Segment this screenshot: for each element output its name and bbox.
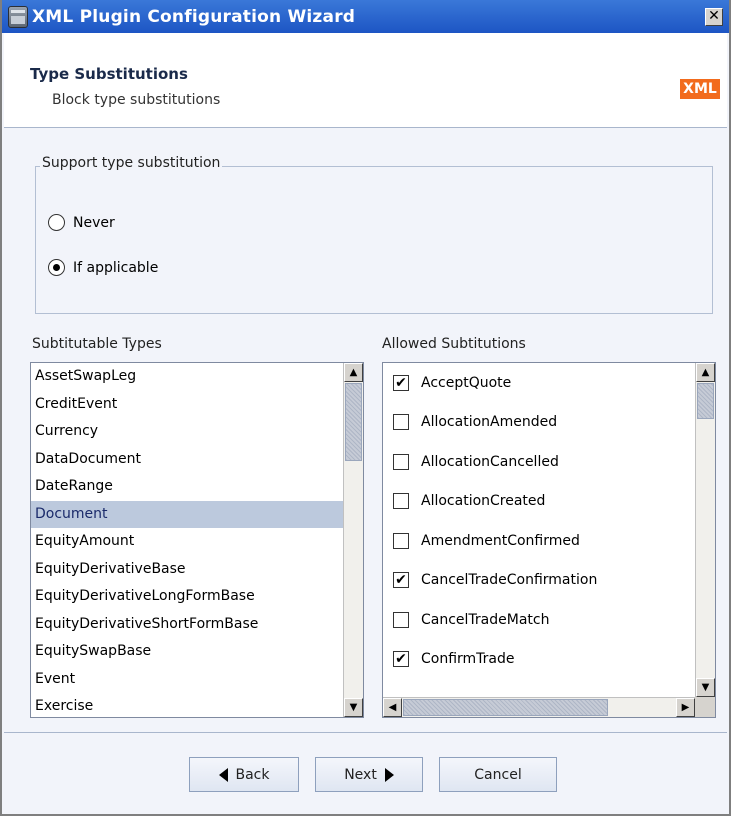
- list-item[interactable]: CreditEvent: [31, 391, 343, 419]
- checklist-item[interactable]: ✔ ConfirmTrade: [383, 640, 695, 680]
- list-item[interactable]: EquityAmount: [31, 528, 343, 556]
- allowed-substitutions-list[interactable]: ✔ AcceptQuote AllocationAmended AllocationC…: [382, 362, 716, 718]
- radio-if-applicable[interactable]: If applicable: [48, 259, 158, 276]
- list-item[interactable]: Currency: [31, 418, 343, 446]
- vertical-scrollbar[interactable]: ▲ ▼: [695, 363, 715, 697]
- database-icon: [8, 5, 28, 28]
- radio-never[interactable]: Never: [48, 214, 115, 231]
- checkbox[interactable]: ✔: [393, 374, 409, 391]
- allowed-substitutions-label: Allowed Subtitutions: [382, 336, 526, 352]
- list-item[interactable]: EquitySwapBase: [31, 638, 343, 666]
- back-button[interactable]: Back: [189, 757, 299, 792]
- substitutable-types-label: Subtitutable Types: [32, 336, 162, 352]
- scroll-up-button[interactable]: ▲: [344, 363, 363, 382]
- checklist-item-label: AllocationCreated: [421, 493, 546, 510]
- scroll-down-button[interactable]: ▼: [696, 678, 715, 697]
- scrollbar-corner: [695, 697, 715, 717]
- list-items: ✔ AcceptQuote AllocationAmended AllocationC…: [383, 363, 695, 697]
- list-item[interactable]: DateRange: [31, 473, 343, 501]
- cancel-button[interactable]: Cancel: [439, 757, 557, 792]
- list-item[interactable]: AssetSwapLeg: [31, 363, 343, 391]
- radio-label: Never: [73, 214, 115, 231]
- next-button[interactable]: Next: [315, 757, 423, 792]
- radio-label: If applicable: [73, 259, 159, 276]
- radio-button[interactable]: [48, 214, 65, 231]
- horizontal-scrollbar[interactable]: ◀ ▶: [383, 697, 695, 717]
- page-title: Type Substitutions: [30, 65, 188, 83]
- checklist-item[interactable]: AmendmentConfirmed: [383, 521, 695, 561]
- page-subtitle: Block type substitutions: [52, 92, 221, 108]
- wizard-header: Type Substitutions Block type substituti…: [4, 33, 727, 128]
- close-icon: ✕: [708, 7, 720, 24]
- list-item[interactable]: Exercise: [31, 693, 343, 717]
- list-item[interactable]: EquityDerivativeBase: [31, 556, 343, 584]
- checklist-item-label: AmendmentConfirmed: [421, 532, 580, 549]
- radio-button[interactable]: [48, 259, 65, 276]
- list-item[interactable]: Document: [31, 500, 343, 528]
- scroll-thumb[interactable]: [403, 699, 608, 716]
- checkbox[interactable]: ✔: [393, 651, 409, 668]
- close-button[interactable]: ✕: [705, 7, 723, 26]
- checkbox[interactable]: [393, 453, 409, 470]
- checkbox[interactable]: ✔: [393, 572, 409, 589]
- scroll-thumb[interactable]: [697, 383, 714, 419]
- list-items: AssetSwapLeg CreditEvent Currency DataDocum…: [31, 363, 343, 717]
- scroll-down-button[interactable]: ▼: [344, 698, 363, 717]
- list-item[interactable]: Event: [31, 666, 343, 694]
- scroll-thumb[interactable]: [345, 383, 362, 461]
- title-bar[interactable]: XML Plugin Configuration Wizard ✕: [2, 0, 729, 33]
- list-item[interactable]: DataDocument: [31, 446, 343, 474]
- checklist-item[interactable]: AllocationCreated: [383, 482, 695, 522]
- checklist-item[interactable]: ✔ AcceptQuote: [383, 363, 695, 403]
- checkbox[interactable]: [393, 414, 409, 431]
- window-title: XML Plugin Configuration Wizard: [32, 6, 356, 27]
- scroll-up-button[interactable]: ▲: [696, 363, 715, 382]
- cancel-button-label: Cancel: [474, 766, 522, 783]
- checklist-item-label: CancelTradeConfirmation: [421, 572, 598, 589]
- substitutable-types-list[interactable]: AssetSwapLeg CreditEvent Currency DataDocum…: [30, 362, 364, 718]
- checklist-item-label: AllocationCancelled: [421, 453, 559, 470]
- checkbox[interactable]: [393, 493, 409, 510]
- checklist-item[interactable]: AllocationAmended: [383, 403, 695, 443]
- xml-badge: XML: [680, 79, 720, 99]
- checklist-item-label: ConfirmTrade: [421, 651, 515, 668]
- checklist-item-label: AllocationAmended: [421, 414, 558, 431]
- wizard-window: XML Plugin Configuration Wizard ✕ Type S…: [0, 0, 731, 816]
- back-button-label: Back: [235, 766, 270, 783]
- checklist-item-label: AcceptQuote: [421, 374, 512, 391]
- scroll-right-button[interactable]: ▶: [676, 698, 695, 717]
- next-button-label: Next: [344, 766, 377, 783]
- list-item[interactable]: EquityDerivativeShortFormBase: [31, 611, 343, 639]
- checkbox[interactable]: [393, 611, 409, 628]
- checkbox[interactable]: [393, 532, 409, 549]
- list-item[interactable]: EquityDerivativeLongFormBase: [31, 583, 343, 611]
- scroll-left-button[interactable]: ◀: [383, 698, 402, 717]
- checklist-item[interactable]: CancelTradeMatch: [383, 600, 695, 640]
- checklist-item-label: CancelTradeMatch: [421, 611, 550, 628]
- checklist-item[interactable]: ✔ CancelTradeConfirmation: [383, 561, 695, 601]
- group-legend: Support type substitution: [40, 155, 223, 171]
- right-arrow-icon: [384, 767, 394, 782]
- support-type-substitution-group: Support type substitution Never If appli…: [35, 155, 713, 314]
- checklist-item[interactable]: AllocationCancelled: [383, 442, 695, 482]
- footer-divider: [4, 732, 727, 733]
- left-arrow-icon: [218, 767, 228, 782]
- vertical-scrollbar[interactable]: ▲ ▼: [343, 363, 363, 717]
